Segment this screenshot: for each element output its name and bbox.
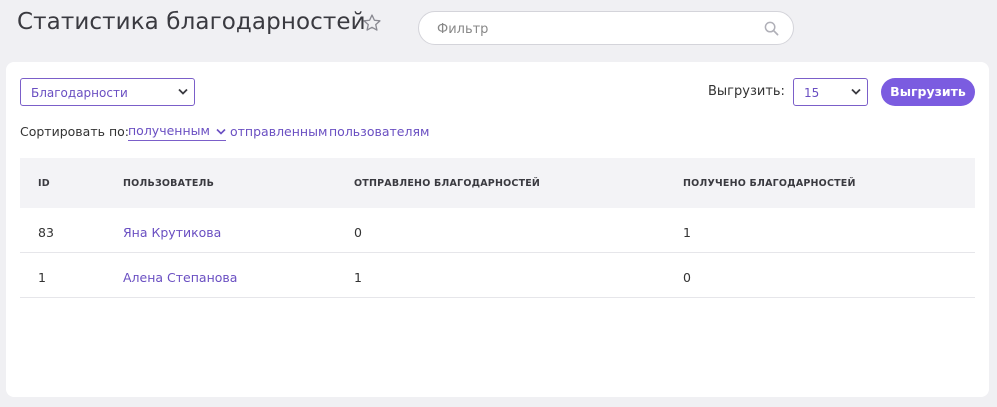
cell-sent: 1	[354, 270, 362, 285]
export-count-select[interactable]: 15	[793, 78, 868, 106]
table-row: 1 Алена Степанова 1 0	[20, 253, 975, 298]
column-header-sent[interactable]: ОТПРАВЛЕНО БЛАГОДАРНОСТЕЙ	[354, 178, 540, 189]
star-icon[interactable]	[362, 13, 382, 33]
user-link[interactable]: Алена Степанова	[123, 270, 237, 285]
type-select[interactable]: Благодарности	[20, 78, 195, 106]
cell-received: 1	[683, 225, 691, 240]
chevron-down-icon	[216, 128, 226, 135]
export-button[interactable]: Выгрузить	[881, 78, 975, 106]
chevron-down-icon	[851, 88, 861, 95]
cell-id: 83	[38, 225, 54, 240]
sort-label: Сортировать по:	[20, 124, 129, 139]
sort-by-sent[interactable]: отправленным	[230, 124, 327, 139]
sort-by-users[interactable]: пользователям	[329, 124, 429, 139]
cell-id: 1	[38, 270, 46, 285]
column-header-id[interactable]: ID	[38, 178, 50, 189]
cell-sent: 0	[354, 225, 362, 240]
sort-by-received[interactable]: полученным	[128, 123, 226, 141]
column-header-received[interactable]: ПОЛУЧЕНО БЛАГОДАРНОСТЕЙ	[683, 178, 856, 189]
sort-active-label: полученным	[128, 123, 210, 138]
table-header: ID ПОЛЬЗОВАТЕЛЬ ОТПРАВЛЕНО БЛАГОДАРНОСТЕ…	[20, 158, 975, 208]
export-label: Выгрузить:	[708, 84, 785, 99]
filter-box	[418, 11, 794, 45]
stats-card: Благодарности Выгрузить: 15 Выгрузить Со…	[6, 62, 989, 397]
filter-input[interactable]	[437, 20, 757, 38]
user-link[interactable]: Яна Крутикова	[123, 225, 221, 240]
chevron-down-icon	[178, 88, 188, 95]
table-row: 83 Яна Крутикова 0 1	[20, 208, 975, 253]
export-count-value: 15	[804, 86, 820, 100]
search-icon[interactable]	[764, 21, 779, 36]
page-title: Статистика благодарностей	[17, 9, 366, 35]
cell-received: 0	[683, 270, 691, 285]
page-header: Статистика благодарностей	[0, 0, 997, 60]
column-header-user[interactable]: ПОЛЬЗОВАТЕЛЬ	[123, 178, 214, 189]
type-select-value: Благодарности	[31, 86, 128, 100]
stats-table: ID ПОЛЬЗОВАТЕЛЬ ОТПРАВЛЕНО БЛАГОДАРНОСТЕ…	[20, 158, 975, 298]
